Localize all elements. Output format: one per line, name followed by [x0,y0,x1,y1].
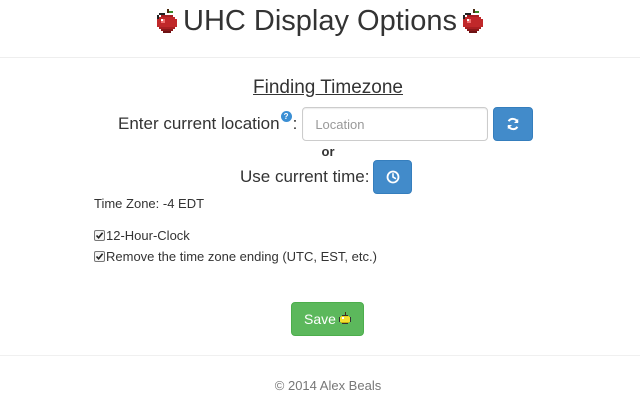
golden-apple-icon [338,312,351,324]
apple-icon [157,8,177,33]
option-remove-timezone-ending: Remove the time zone ending (UTC, EST, e… [94,249,377,264]
option-label: 12-Hour-Clock [106,228,190,243]
refresh-location-button[interactable] [493,107,534,141]
option-label: Remove the time zone ending (UTC, EST, e… [106,249,377,264]
refresh-icon [507,117,519,131]
location-colon: : [292,114,298,133]
use-current-time-button[interactable] [373,160,413,194]
clock-icon [386,170,400,184]
page-title: UHC Display Options [155,5,485,38]
or-separator: or [321,144,335,159]
option-12-hour-clock: 12-Hour-Clock [94,228,190,243]
timezone-readout: Time Zone: -4 EDT [94,196,205,211]
checkbox-remove-timezone-ending[interactable] [94,251,105,262]
save-button-label: Save [304,311,336,327]
checkbox-12-hour-clock[interactable] [94,230,105,241]
page-title-text: UHC Display Options [183,5,457,37]
help-icon[interactable]: ? [280,110,292,122]
page-header: UHC Display Options [0,0,640,58]
apple-icon [462,8,483,33]
location-row: Enter current location ? : [118,107,534,141]
current-time-row: Use current time: [240,160,413,194]
current-time-label: Use current time: [240,167,370,186]
location-input[interactable] [302,107,489,141]
checkmark-icon [95,253,104,261]
footer-divider [0,355,640,356]
save-button[interactable]: Save [291,302,364,336]
footer-copyright: © 2014 Alex Beals [274,378,382,393]
location-label: Enter current location [118,114,280,133]
section-title: Finding Timezone [253,77,403,98]
checkmark-icon [95,232,104,240]
